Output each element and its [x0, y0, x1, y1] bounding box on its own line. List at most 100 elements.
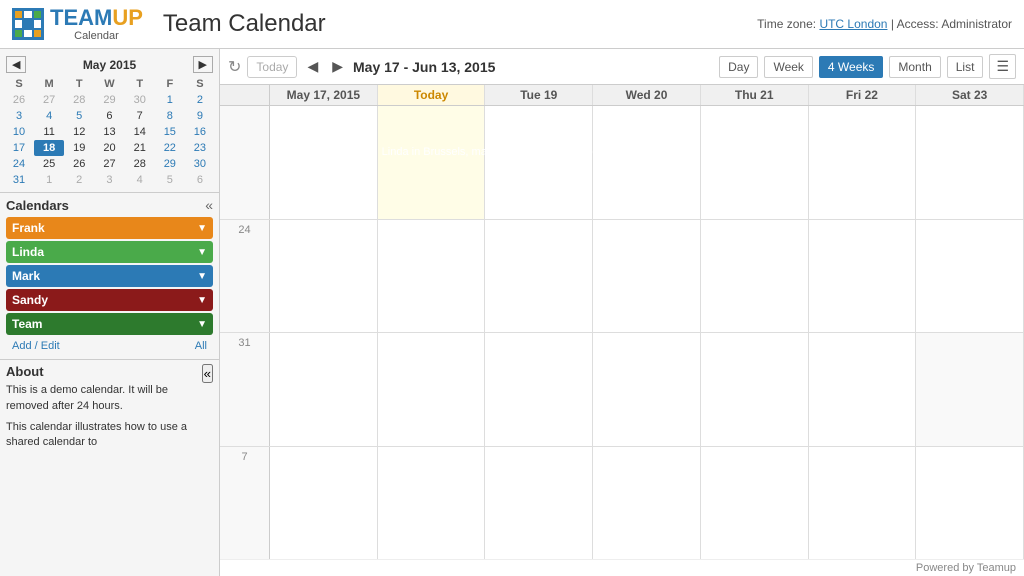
event-mark-ibc[interactable]: Mark at IBC	[485, 353, 808, 368]
event-sandy-pmg[interactable]: Sandy at PMG	[485, 240, 593, 255]
day-cell-may22[interactable]	[809, 106, 917, 218]
mini-cal-day[interactable]: 20	[94, 140, 124, 156]
day-cell-may30[interactable]	[916, 220, 1024, 332]
day-cell-may20[interactable]	[593, 106, 701, 218]
day-cell-jun9[interactable]	[485, 447, 593, 559]
view-list-button[interactable]: List	[947, 56, 984, 78]
calendar-dropdown-icon[interactable]: ▼	[197, 223, 207, 234]
day-cell-jun12[interactable]	[809, 447, 917, 559]
view-4weeks-button[interactable]: 4 Weeks	[819, 56, 883, 78]
mini-cal-day[interactable]: 29	[155, 156, 185, 172]
mini-cal-day[interactable]: 28	[125, 156, 155, 172]
day-cell-may17[interactable]	[270, 106, 378, 218]
day-cell-may28[interactable]	[701, 220, 809, 332]
mini-cal-day[interactable]: 9	[185, 108, 215, 124]
mini-cal-day[interactable]: 6	[185, 172, 215, 188]
calendar-item-frank[interactable]: Frank▼	[6, 217, 213, 239]
day-cell-may31[interactable]	[270, 333, 378, 445]
mini-cal-day[interactable]: 8	[155, 108, 185, 124]
mini-cal-day[interactable]: 3	[94, 172, 124, 188]
mini-cal-day[interactable]: 6	[94, 108, 124, 124]
add-edit-link[interactable]: Add / Edit	[12, 340, 60, 352]
event-3pm-team-jun8[interactable]: ↻ 3pm Team...	[378, 449, 486, 464]
powered-by-link[interactable]: Powered by Teamup	[916, 562, 1016, 574]
calendar-item-sandy[interactable]: Sandy▼	[6, 289, 213, 311]
view-day-button[interactable]: Day	[719, 56, 758, 78]
day-cell-may21[interactable]	[701, 106, 809, 218]
mini-cal-day[interactable]: 26	[64, 156, 94, 172]
mini-cal-day[interactable]: 25	[34, 156, 64, 172]
mini-cal-day[interactable]: 22	[155, 140, 185, 156]
mini-cal-day[interactable]: 5	[64, 108, 94, 124]
mini-cal-day[interactable]: 19	[64, 140, 94, 156]
mini-cal-day[interactable]: 14	[125, 124, 155, 140]
event-sandy-berlin[interactable]: Sandy in Berlin	[270, 126, 486, 141]
calendar-dropdown-icon[interactable]: ▼	[197, 247, 207, 258]
event-sandy-bru-jun7[interactable]: Sandy in Bru...	[270, 449, 378, 464]
mini-cal-day[interactable]: 2	[64, 172, 94, 188]
mini-cal-day[interactable]: 1	[155, 92, 185, 108]
day-cell-jun3[interactable]	[593, 333, 701, 445]
view-month-button[interactable]: Month	[889, 56, 940, 78]
day-cell-may23[interactable]	[916, 106, 1024, 218]
mini-cal-day[interactable]: 2	[185, 92, 215, 108]
mini-cal-day[interactable]: 27	[94, 156, 124, 172]
calendars-collapse-button[interactable]: «	[205, 197, 213, 213]
mini-cal-day[interactable]: 17	[4, 140, 34, 156]
mini-cal-next-button[interactable]: ▶	[193, 56, 213, 73]
timezone-link[interactable]: UTC London	[819, 17, 887, 31]
day-cell-jun4[interactable]	[701, 333, 809, 445]
view-week-button[interactable]: Week	[764, 56, 812, 78]
refresh-button[interactable]: ↻	[228, 57, 241, 77]
mini-cal-day[interactable]: 13	[94, 124, 124, 140]
mini-cal-day[interactable]: 18	[34, 140, 64, 156]
event-3pm-team-jun1[interactable]: ↻ 3pm Team...	[378, 353, 486, 368]
mini-cal-day[interactable]: 21	[125, 140, 155, 156]
day-cell-jun6[interactable]	[916, 333, 1024, 445]
mini-cal-day[interactable]: 11	[34, 124, 64, 140]
day-cell-may24[interactable]	[270, 220, 378, 332]
event-linda-brussels[interactable]: Linda in Brussels, marketing practice gr…	[378, 144, 809, 159]
day-cell-jun1[interactable]	[378, 333, 486, 445]
day-cell-jun11[interactable]	[701, 447, 809, 559]
mini-cal-day[interactable]: 31	[4, 172, 34, 188]
event-sandy-brussels-jun[interactable]: Sandy in Brussels	[485, 371, 1024, 386]
about-collapse-button[interactable]: «	[202, 364, 213, 383]
prev-period-button[interactable]: ◀	[303, 56, 322, 77]
mini-cal-day[interactable]: 10	[4, 124, 34, 140]
calendar-dropdown-icon[interactable]: ▼	[197, 319, 207, 330]
mini-cal-day[interactable]: 4	[125, 172, 155, 188]
mini-cal-day[interactable]: 12	[64, 124, 94, 140]
mini-cal-day[interactable]: 23	[185, 140, 215, 156]
day-cell-may19[interactable]	[485, 106, 593, 218]
mini-cal-day[interactable]: 4	[34, 108, 64, 124]
all-link[interactable]: All	[195, 340, 207, 352]
today-button[interactable]: Today	[247, 56, 297, 78]
day-cell-may18[interactable]	[378, 106, 486, 218]
day-cell-jun13[interactable]	[916, 447, 1024, 559]
next-period-button[interactable]: ▶	[328, 56, 347, 77]
mini-cal-day[interactable]: 29	[94, 92, 124, 108]
mini-cal-day[interactable]: 15	[155, 124, 185, 140]
mini-cal-day[interactable]: 1	[34, 172, 64, 188]
mini-cal-day[interactable]: 30	[125, 92, 155, 108]
day-cell-jun5[interactable]	[809, 333, 917, 445]
calendar-dropdown-icon[interactable]: ▼	[197, 271, 207, 282]
mini-cal-day[interactable]: 26	[4, 92, 34, 108]
mini-cal-day[interactable]: 30	[185, 156, 215, 172]
mini-cal-day[interactable]: 28	[64, 92, 94, 108]
calendar-dropdown-icon[interactable]: ▼	[197, 295, 207, 306]
event-frank-vacation[interactable]: Frank vacation	[270, 108, 808, 123]
event-linda-vacation[interactable]: Linda vacation	[378, 335, 1024, 350]
event-3pm-team-may25[interactable]: ↻ 3pm Team...	[378, 240, 486, 255]
settings-button[interactable]: ☰	[989, 54, 1016, 79]
mini-cal-day[interactable]: 3	[4, 108, 34, 124]
mini-cal-day[interactable]: 16	[185, 124, 215, 140]
mini-cal-day[interactable]: 27	[34, 92, 64, 108]
day-cell-jun10[interactable]	[593, 447, 701, 559]
mini-cal-prev-button[interactable]: ◀	[6, 56, 26, 73]
event-audit[interactable]: Audit	[809, 222, 917, 237]
mini-cal-day[interactable]: 5	[155, 172, 185, 188]
calendar-item-mark[interactable]: Mark▼	[6, 265, 213, 287]
mini-cal-day[interactable]: 24	[4, 156, 34, 172]
